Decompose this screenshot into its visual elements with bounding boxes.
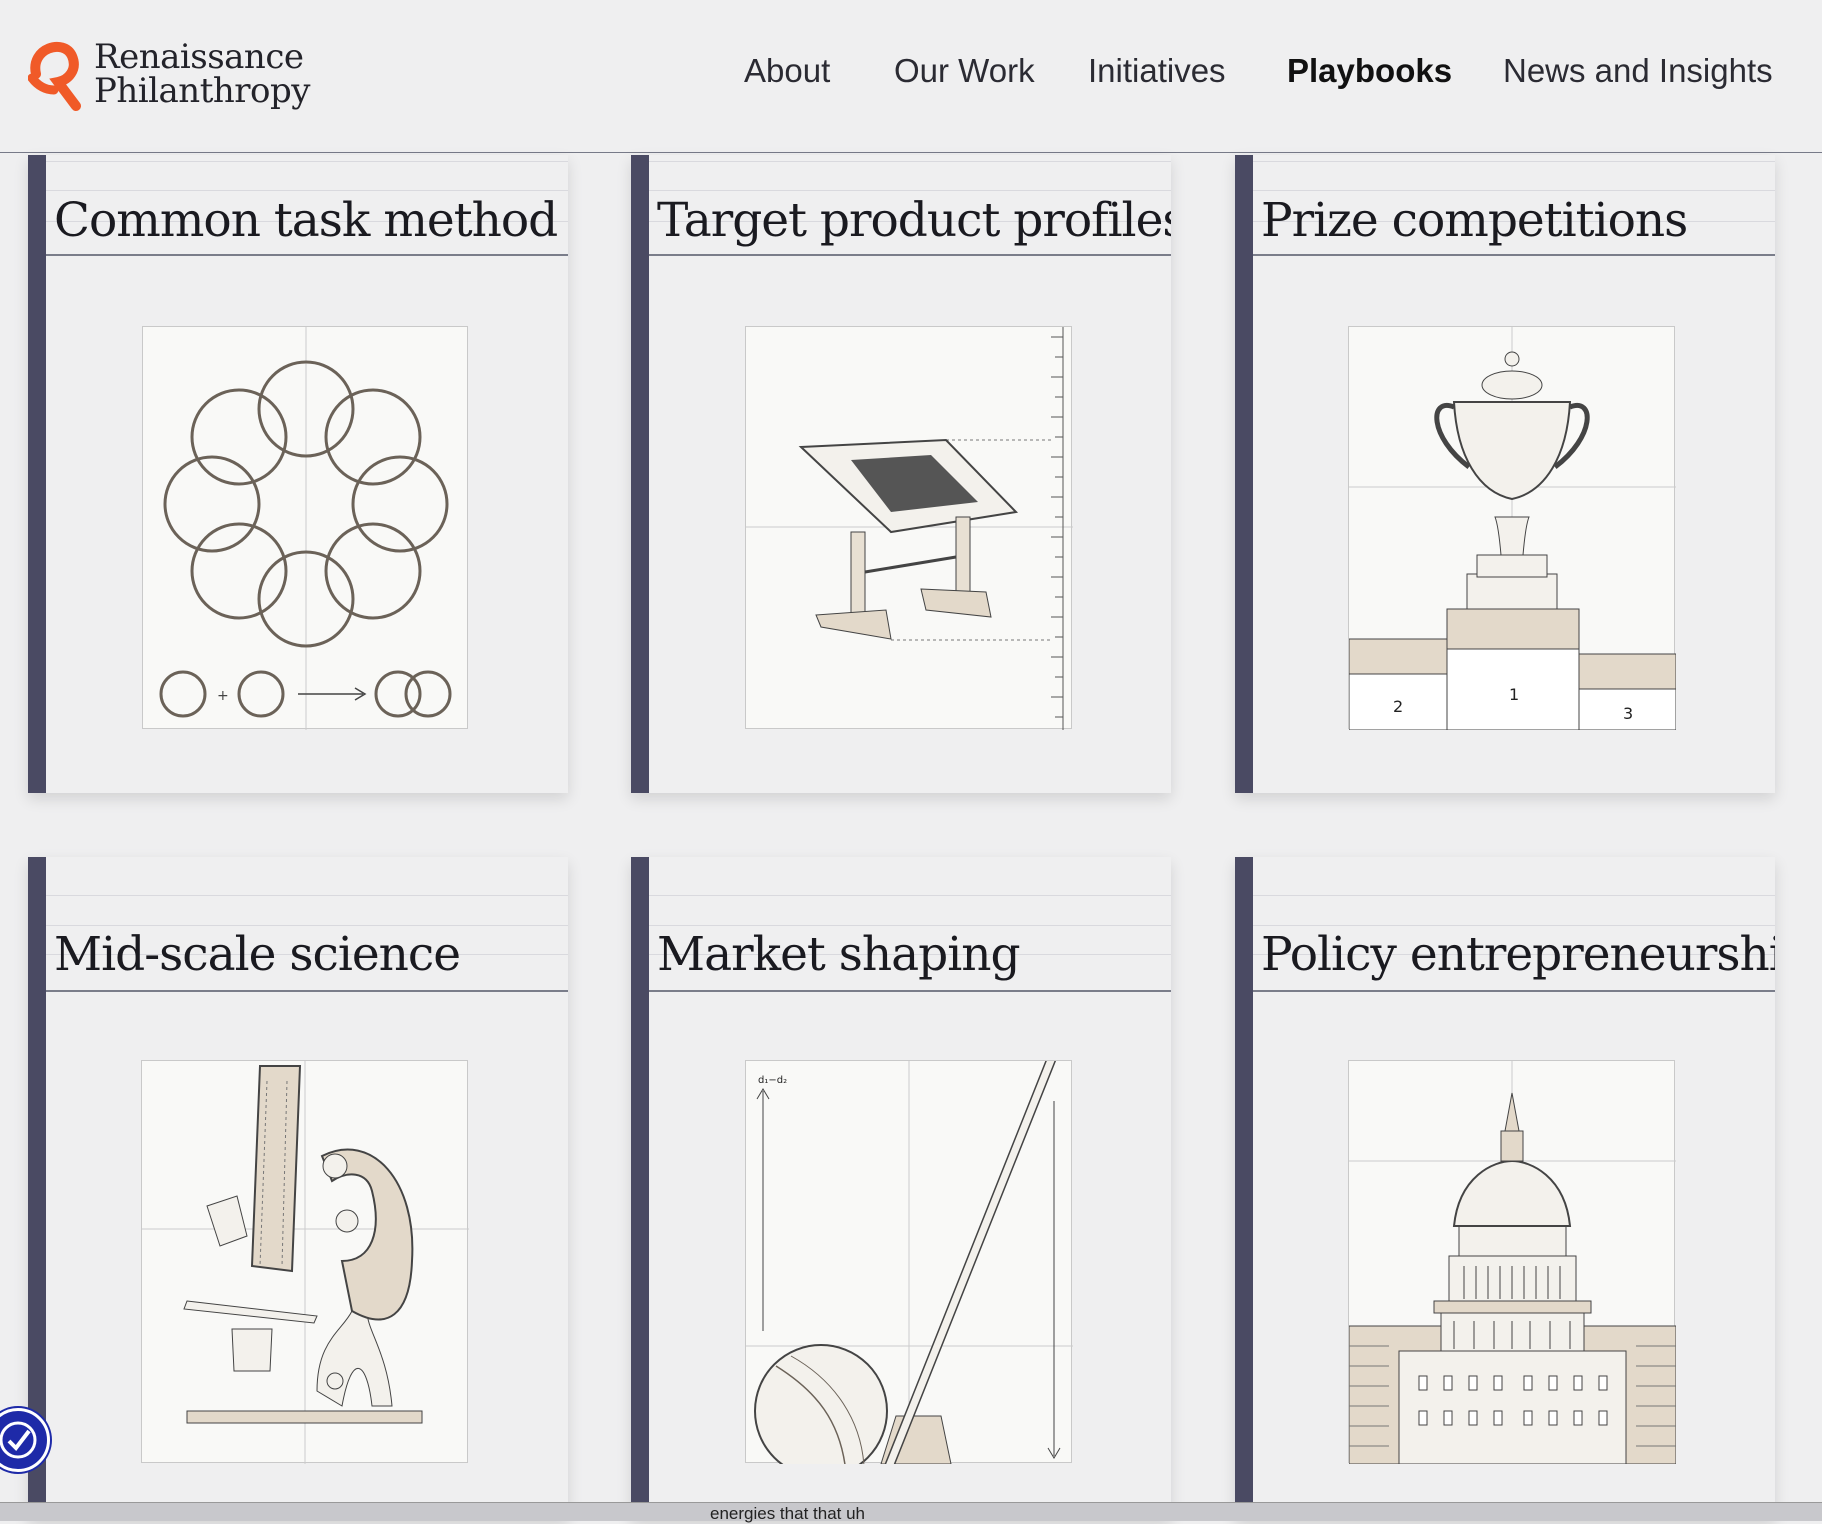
nav-our-work[interactable]: Our Work <box>894 52 1035 90</box>
podium-label-2: 2 <box>1393 697 1403 716</box>
site-header: Renaissance Philanthropy About Our Work … <box>0 0 1822 153</box>
card-spine <box>1235 857 1253 1520</box>
nav-about[interactable]: About <box>744 52 830 90</box>
accessibility-button[interactable] <box>0 1408 50 1472</box>
card-title: Common task method <box>54 193 558 248</box>
logo-line-2: Philanthropy <box>94 71 310 111</box>
card-illustration <box>1348 1060 1676 1464</box>
playbook-card[interactable]: Target product profiles <box>631 155 1171 793</box>
axis-label: d₁−d₂ <box>758 1075 787 1086</box>
logo-line-1: Renaissance <box>94 37 304 77</box>
card-title: Prize competitions <box>1261 193 1688 248</box>
card-title: Target product profiles <box>657 193 1171 248</box>
card-spine <box>1235 155 1253 793</box>
ball-lever-icon: d₁−d₂ <box>746 1061 1073 1464</box>
podium-label-3: 3 <box>1623 704 1633 723</box>
caption-bar <box>0 1502 1822 1521</box>
playbook-card[interactable]: Mid-scale science <box>28 857 568 1520</box>
microscope-icon <box>142 1061 469 1464</box>
card-illustration <box>745 326 1073 730</box>
trophy-podium-icon: 2 1 3 <box>1349 327 1676 730</box>
logo-wordmark: Renaissance Philanthropy <box>94 40 310 108</box>
site-logo[interactable]: Renaissance Philanthropy <box>28 32 328 122</box>
card-illustration <box>141 1060 469 1464</box>
card-spine <box>631 857 649 1520</box>
nav-news-and-insights[interactable]: News and Insights <box>1503 52 1773 90</box>
drafting-table-icon <box>746 327 1073 730</box>
card-spine <box>28 155 46 793</box>
capitol-icon <box>1349 1061 1676 1464</box>
nav-playbooks[interactable]: Playbooks <box>1287 52 1452 90</box>
playbook-card[interactable]: Policy entrepreneurship <box>1235 857 1775 1520</box>
accessibility-check-icon <box>0 1421 37 1459</box>
card-title: Market shaping <box>657 927 1021 982</box>
card-title: Policy entrepreneurship <box>1261 927 1775 982</box>
playbook-card[interactable]: Common task method + <box>28 155 568 793</box>
card-illustration: + <box>142 326 468 730</box>
card-illustration: 2 1 3 <box>1348 326 1676 730</box>
podium-label-1: 1 <box>1509 685 1519 704</box>
rings-icon: + <box>159 327 452 730</box>
card-spine <box>631 155 649 793</box>
video-caption: energies that that uh <box>710 1504 866 1523</box>
card-illustration: d₁−d₂ <box>745 1060 1073 1464</box>
card-title: Mid-scale science <box>54 927 461 982</box>
svg-text:+: + <box>217 688 229 704</box>
playbook-card[interactable]: Market shaping d₁−d₂ <box>631 857 1171 1520</box>
nav-initiatives[interactable]: Initiatives <box>1088 52 1226 90</box>
rp-logo-icon <box>28 42 81 111</box>
playbook-card[interactable]: Prize competitions 2 1 3 <box>1235 155 1775 793</box>
